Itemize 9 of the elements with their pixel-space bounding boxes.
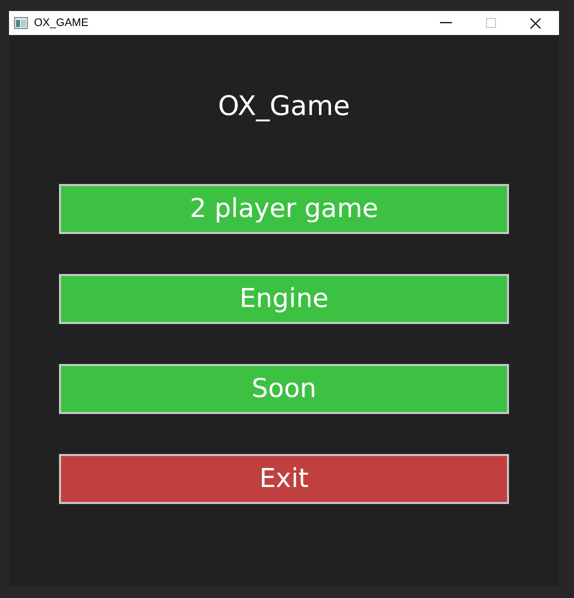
minimize-icon[interactable] [440,22,452,24]
menu-button[interactable]: Engine [59,274,509,324]
menu-button[interactable]: Soon [59,364,509,414]
menu-button[interactable]: Exit [59,454,509,504]
app-icon [14,17,28,29]
menu-button[interactable]: 2 player game [59,184,509,234]
window-title: OX_GAME [34,17,88,29]
close-icon[interactable] [530,18,541,28]
game-title: OX_Game [218,90,350,124]
